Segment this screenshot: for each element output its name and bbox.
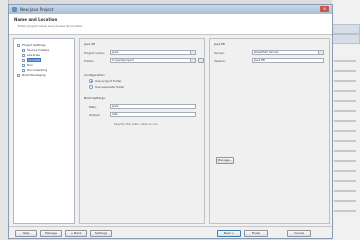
- java-ee-title: Java EE: [214, 42, 226, 46]
- close-button[interactable]: ×: [320, 6, 329, 12]
- settings-button[interactable]: Settings: [90, 230, 112, 237]
- back-button[interactable]: < Back: [65, 230, 87, 237]
- background-line: [334, 80, 356, 82]
- location-field[interactable]: C:\java\project: [110, 58, 196, 63]
- project-name-label: Project name:: [84, 51, 105, 55]
- main-class-label: Main:: [89, 105, 98, 109]
- app-icon: [12, 7, 17, 12]
- java-se-title: Java SE: [84, 42, 96, 46]
- folder-icon: [22, 69, 25, 72]
- background-line: [334, 130, 356, 132]
- background-tab: [332, 34, 360, 44]
- background-line: [334, 100, 356, 102]
- header-description: Enter project name and choose its locati…: [18, 24, 83, 28]
- folder-icon: [22, 64, 25, 67]
- next-button[interactable]: Next >: [217, 230, 241, 237]
- java-se-panel: Java SE Project name: Java Folder: C:\ja…: [79, 38, 205, 224]
- server-field[interactable]: GlassFish Server: [252, 50, 324, 55]
- background-line: [334, 150, 356, 152]
- folder-icon: [22, 59, 25, 62]
- radio-separate-folder-label: Use separate folder: [95, 85, 125, 89]
- browse-button[interactable]: [198, 58, 204, 63]
- dialog-title: New Java Project: [20, 7, 54, 12]
- server-label: Server:: [214, 51, 225, 55]
- version-field[interactable]: Java EE: [252, 58, 324, 63]
- background-line: [334, 160, 356, 162]
- header-title: Name and Location: [14, 17, 58, 22]
- background-line: [334, 190, 356, 192]
- java-ee-panel: Java EE Server: GlassFish Server Version…: [209, 38, 330, 224]
- manage-servers-button[interactable]: Manage...: [216, 157, 234, 164]
- hint-text: Specify the main class to run: [114, 122, 158, 126]
- background-line: [334, 120, 356, 122]
- dialog-footer: Help Manage < Back Settings Next > Finis…: [9, 226, 332, 239]
- chevron-down-icon[interactable]: [190, 51, 195, 54]
- project-dialog: New Java Project × Name and Location Ent…: [8, 4, 333, 239]
- settings-content: Java SE Project name: Java Folder: C:\ja…: [79, 38, 330, 224]
- configuration-title: Configuration:: [84, 73, 106, 77]
- background-line: [334, 140, 356, 142]
- folder-icon: [22, 49, 25, 52]
- help-button[interactable]: Help: [15, 230, 37, 237]
- location-label: Folder:: [84, 59, 95, 63]
- expand-icon[interactable]: [17, 44, 20, 47]
- background-line: [334, 180, 356, 182]
- chevron-down-icon[interactable]: [318, 51, 323, 54]
- background-tab: [332, 24, 360, 34]
- dialog-header: Name and Location Enter project name and…: [9, 14, 332, 35]
- background-line: [334, 90, 356, 92]
- main-class-field[interactable]: Java: [110, 104, 196, 109]
- folder-icon: [22, 54, 25, 57]
- radio-project-folder[interactable]: [89, 79, 93, 83]
- expand-icon[interactable]: [17, 74, 20, 77]
- finish-button[interactable]: Finish: [244, 230, 268, 237]
- build-settings-title: Build Settings:: [84, 96, 106, 100]
- background-app-right: [332, 0, 360, 240]
- project-name-field[interactable]: Java: [110, 50, 196, 55]
- background-line: [334, 210, 356, 212]
- radio-separate-folder[interactable]: [89, 85, 93, 89]
- background-line: [334, 60, 356, 62]
- chevron-down-icon[interactable]: [190, 59, 195, 62]
- category-tree[interactable]: Project Settings Source Folders Librarie…: [13, 38, 75, 224]
- manage-button[interactable]: Manage: [40, 230, 62, 237]
- output-field[interactable]: dist: [110, 112, 196, 117]
- dialog-titlebar[interactable]: New Java Project ×: [9, 5, 332, 14]
- background-line: [334, 200, 356, 202]
- cancel-button[interactable]: Cancel: [287, 230, 311, 237]
- radio-project-folder-label: Use project folder: [95, 79, 122, 83]
- output-label: Output:: [89, 113, 101, 117]
- version-label: Version:: [214, 59, 227, 63]
- background-line: [334, 110, 356, 112]
- background-line: [334, 70, 356, 72]
- background-line: [334, 170, 356, 172]
